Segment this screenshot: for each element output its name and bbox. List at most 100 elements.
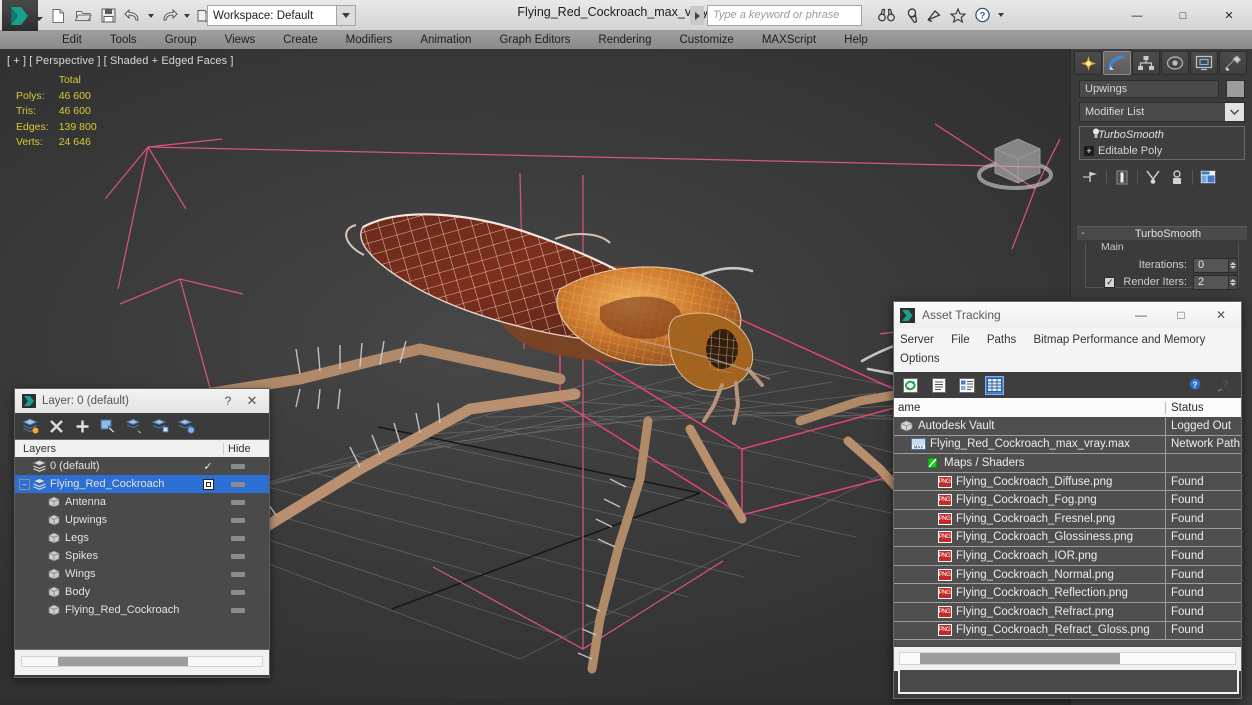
asset-row-refract-gloss[interactable]: PNG Flying_Cockroach_Refract_Gloss.png F… <box>894 622 1241 641</box>
asset-row-reflection[interactable]: PNG Flying_Cockroach_Reflection.png Foun… <box>894 584 1241 603</box>
configure-modifier-sets-icon[interactable] <box>1196 167 1220 187</box>
help-dropdown-icon[interactable] <box>996 4 1005 26</box>
asset-row-maps-shaders[interactable]: Maps / Shaders <box>894 454 1241 473</box>
asset-menu-server[interactable]: Server <box>900 331 934 350</box>
layer-dialog-titlebar[interactable]: Layer: 0 (default) ? ✕ <box>15 389 269 413</box>
asset-tracking-maximize[interactable]: □ <box>1161 302 1201 328</box>
delete-layer-icon[interactable] <box>47 417 65 435</box>
expand-plus-icon[interactable]: + <box>1084 146 1094 156</box>
list-view-icon[interactable] <box>929 376 948 395</box>
select-highlighted-objects-icon[interactable] <box>125 417 143 435</box>
object-hide-toggle[interactable] <box>223 590 269 595</box>
context-help-icon[interactable]: ? <box>1215 376 1234 395</box>
hierarchy-tab[interactable] <box>1132 51 1160 75</box>
asset-row-diffuse[interactable]: PNG Flying_Cockroach_Diffuse.png Found <box>894 473 1241 492</box>
object-hide-toggle[interactable] <box>223 518 269 523</box>
layer-row-antenna[interactable]: Antenna <box>15 493 269 511</box>
wrench-icon[interactable] <box>900 4 920 26</box>
refresh-icon[interactable] <box>901 376 920 395</box>
asset-horizontal-scrollbar[interactable] <box>899 652 1236 665</box>
utilities-tab[interactable] <box>1219 51 1247 75</box>
detail-view-icon[interactable] <box>957 376 976 395</box>
close-button[interactable]: ✕ <box>1206 0 1252 31</box>
search-input[interactable]: Type a keyword or phrase <box>707 5 862 26</box>
binoculars-icon[interactable] <box>876 4 896 26</box>
menu-item-animation[interactable]: Animation <box>406 31 485 49</box>
layer-row-spikes[interactable]: Spikes <box>15 547 269 565</box>
grid-view-icon[interactable] <box>985 376 1004 395</box>
layer-hide-toggle[interactable] <box>223 482 269 487</box>
turbosmooth-rollout-header[interactable]: - TurboSmooth <box>1077 226 1247 240</box>
layer-row-wings[interactable]: Wings <box>15 565 269 583</box>
select-objects-in-layer-icon[interactable] <box>99 417 117 435</box>
layer-active-checkbox[interactable] <box>193 479 223 490</box>
scrollbar-thumb[interactable] <box>58 657 188 666</box>
asset-menu-options[interactable]: Options <box>900 350 1227 369</box>
layer-dialog[interactable]: Layer: 0 (default) ? ✕ <box>14 388 270 678</box>
menu-item-help[interactable]: Help <box>830 31 882 49</box>
modify-tab[interactable] <box>1103 51 1131 75</box>
asset-row-max-file[interactable]: MAX Flying_Red_Cockroach_max_vray.max Ne… <box>894 436 1241 455</box>
asset-row-fresnel[interactable]: PNG Flying_Cockroach_Fresnel.png Found <box>894 510 1241 529</box>
layer-row-body[interactable]: Body <box>15 583 269 601</box>
search-expand-icon[interactable] <box>690 6 704 25</box>
render-iters-spinner-arrows[interactable] <box>1229 275 1238 290</box>
motion-tab[interactable] <box>1161 51 1189 75</box>
layer-row-upwings[interactable]: Upwings <box>15 511 269 529</box>
display-tab[interactable] <box>1190 51 1218 75</box>
menu-item-edit[interactable]: Edit <box>48 31 96 49</box>
asset-tracking-titlebar[interactable]: Asset Tracking — □ ✕ <box>894 302 1241 328</box>
asset-row-refract[interactable]: PNG Flying_Cockroach_Refract.png Found <box>894 603 1241 622</box>
menu-item-views[interactable]: Views <box>211 31 269 49</box>
object-color-swatch[interactable] <box>1226 80 1245 98</box>
asset-list[interactable]: Autodesk Vault Logged Out MAX Flying_Red… <box>894 417 1241 647</box>
asset-menu-paths[interactable]: Paths <box>987 331 1016 350</box>
object-hide-toggle[interactable] <box>223 554 269 559</box>
layer-list[interactable]: 0 (default) ✓ – Flying_Red_Cockroach <box>15 457 269 649</box>
layer-row-flying-red-cockroach[interactable]: – Flying_Red_Cockroach <box>15 475 269 493</box>
menu-item-modifiers[interactable]: Modifiers <box>332 31 407 49</box>
layer-dialog-close-button[interactable]: ✕ <box>239 393 265 409</box>
modifier-stack[interactable]: TurboSmooth + Editable Poly <box>1079 126 1245 160</box>
asset-tracking-minimize[interactable]: — <box>1121 302 1161 328</box>
object-hide-toggle[interactable] <box>223 572 269 577</box>
asset-menu-file[interactable]: File <box>951 331 970 350</box>
layer-row-default[interactable]: 0 (default) ✓ <box>15 457 269 475</box>
object-hide-toggle[interactable] <box>223 608 269 613</box>
remove-modifier-icon[interactable] <box>1165 167 1189 187</box>
modifier-light-bulb-icon[interactable] <box>1092 128 1100 142</box>
maximize-button[interactable]: □ <box>1160 0 1206 31</box>
asset-row-autodesk-vault[interactable]: Autodesk Vault Logged Out <box>894 417 1241 436</box>
render-iters-spinner[interactable]: 2 <box>1193 275 1229 290</box>
layer-horizontal-scrollbar[interactable] <box>21 656 263 667</box>
layer-expand-toggle[interactable]: – <box>19 479 30 490</box>
layer-dialog-help-button[interactable]: ? <box>217 394 239 408</box>
object-hide-toggle[interactable] <box>223 536 269 541</box>
layer-row-legs[interactable]: Legs <box>15 529 269 547</box>
menu-item-graph-editors[interactable]: Graph Editors <box>485 31 584 49</box>
menu-item-rendering[interactable]: Rendering <box>584 31 665 49</box>
star-icon[interactable] <box>948 4 968 26</box>
help-question-icon[interactable]: ? <box>1187 376 1206 395</box>
make-unique-icon[interactable] <box>1141 167 1165 187</box>
chevron-down-icon[interactable] <box>1225 103 1244 121</box>
menu-item-tools[interactable]: Tools <box>96 31 151 49</box>
show-end-result-icon[interactable] <box>1110 167 1134 187</box>
menu-item-create[interactable]: Create <box>269 31 332 49</box>
highlight-selected-objects-icon[interactable] <box>151 417 169 435</box>
add-selection-to-layer-icon[interactable] <box>73 417 91 435</box>
rollout-collapse-icon[interactable]: - <box>1077 228 1089 239</box>
create-new-layer-icon[interactable] <box>21 417 39 435</box>
layer-properties-icon[interactable] <box>177 417 195 435</box>
asset-row-normal[interactable]: PNG Flying_Cockroach_Normal.png Found <box>894 566 1241 585</box>
asset-tracking-dialog[interactable]: Asset Tracking — □ ✕ Server File Paths B… <box>893 301 1242 699</box>
minimize-button[interactable]: — <box>1114 0 1160 31</box>
object-hide-toggle[interactable] <box>223 500 269 505</box>
modifier-stack-item-turbosmooth[interactable]: TurboSmooth <box>1080 127 1244 143</box>
menu-item-maxscript[interactable]: MAXScript <box>748 31 830 49</box>
satellite-dish-icon[interactable] <box>924 4 944 26</box>
asset-row-glossiness[interactable]: PNG Flying_Cockroach_Glossiness.png Foun… <box>894 529 1241 548</box>
create-tab[interactable] <box>1074 51 1102 75</box>
asset-row-fog[interactable]: PNG Flying_Cockroach_Fog.png Found <box>894 491 1241 510</box>
asset-tracking-close[interactable]: ✕ <box>1201 302 1241 328</box>
